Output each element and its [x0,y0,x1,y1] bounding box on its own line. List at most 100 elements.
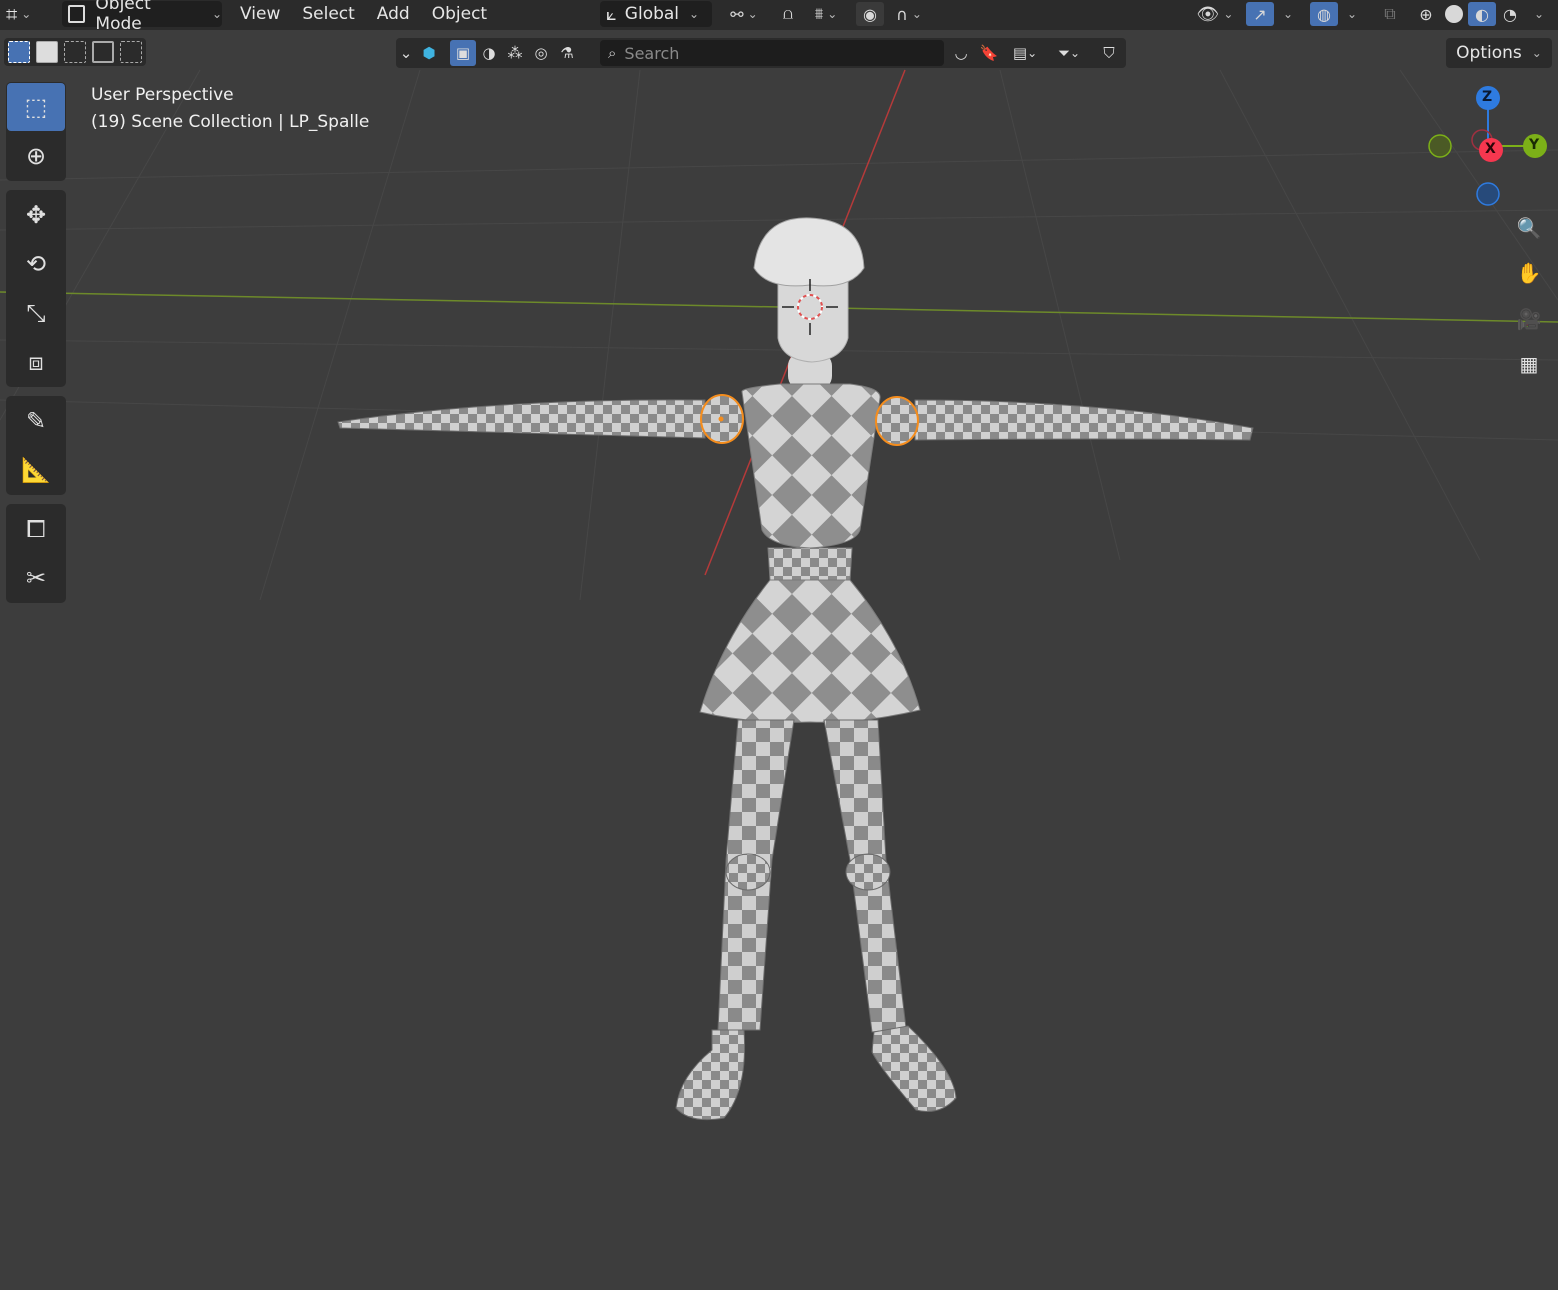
proportional-edit-toggle[interactable]: ◉ [856,2,884,26]
filter-brush-button[interactable]: ⚗ [554,40,580,66]
xray-toggle[interactable]: ⧉ [1376,2,1404,26]
filter-world-button[interactable]: ◎ [528,40,554,66]
shield-button[interactable]: ⛉ [1096,40,1122,66]
editor-type-selector[interactable]: ⌗ ⌄ [6,1,52,27]
shading-dropdown[interactable]: ⌄ [1526,2,1548,26]
chevron-down-icon: ⌄ [911,7,922,21]
rotate-icon: ⟲ [25,250,47,278]
material-icon: ◑ [482,44,496,62]
menu-add[interactable]: Add [369,1,418,27]
viewport-canvas[interactable] [0,0,1558,1290]
menu-object[interactable]: Object [424,1,495,27]
rotate-tool[interactable]: ⟲ [7,240,65,288]
chevron-down-icon: ⌄ [747,7,758,21]
object-mode-icon [68,5,86,23]
select-subtract-button[interactable] [64,41,86,63]
solid-sphere-icon [1445,5,1463,23]
orientation-dropdown[interactable]: ⟀ Global ⌄ [600,1,712,27]
filter-dropdown[interactable]: ⌄ [396,40,416,66]
chevron-down-icon: ⌄ [1533,7,1545,21]
tool-group-select: ⬚ ⊕ [6,82,66,181]
search-input[interactable]: ⌕ Search [600,40,944,66]
selected-shoulder-right [875,396,919,446]
shading-material-button[interactable]: ◐ [1468,2,1496,26]
pencil-icon: ✎ [25,407,47,435]
falloff-button[interactable]: ∩ ⌄ [888,2,930,26]
chevron-down-icon: ⌄ [1346,7,1358,21]
menu-select[interactable]: Select [294,1,362,27]
select-invert-button[interactable] [92,41,114,63]
gizmo-x-label[interactable]: X [1485,141,1496,157]
snap-toggle[interactable]: ⩍ [774,2,802,26]
display-grid-icon: ▤ [1012,44,1028,62]
add-cube-tool[interactable]: ⧠ [7,505,65,553]
material-sphere-icon: ◐ [1475,4,1489,24]
move-tool[interactable]: ✥ [7,191,65,239]
funnel-icon: ⏷ [1057,44,1070,62]
search-placeholder: Search [624,43,680,63]
chevron-down-icon: ⌄ [399,44,413,62]
snap-target-button[interactable]: ⩩ ⌄ [804,2,848,26]
select-box-tool[interactable]: ⬚ [7,83,65,131]
pivot-point-button[interactable]: ⚯ ⌄ [724,2,764,26]
eye-icon: 👁 [1196,3,1220,25]
shading-wireframe-button[interactable]: ⊕ [1412,2,1440,26]
grid-perspective-icon: ▦ [1519,352,1539,376]
filter-funnel-button[interactable]: ⏷ ⌄ [1048,40,1090,66]
shear-tool[interactable]: ✂ [7,554,65,602]
filter-objects-button[interactable]: ▣ [450,40,476,66]
scale-tool[interactable]: ⤡ [7,289,65,337]
orientation-gizmo-icon: ⟀ [606,3,617,25]
select-intersect-button[interactable] [120,41,142,63]
select-extend-button[interactable] [36,41,58,63]
cursor-tool[interactable]: ⊕ [7,132,65,180]
select-new-button[interactable] [8,41,30,63]
display-mode-button[interactable]: ▤ ⌄ [1004,40,1046,66]
options-dropdown[interactable]: Options ⌄ [1446,38,1552,68]
magnet-icon: ⩍ [782,4,794,23]
object-origin [718,416,724,422]
options-label: Options [1456,43,1522,63]
menu-view[interactable]: View [232,1,288,27]
tool-group-annotate: ✎ 📐 [6,396,66,495]
zoom-button[interactable]: 🔍 [1507,206,1551,250]
chevron-down-icon: ⌄ [827,7,838,21]
mode-label: Object Mode [95,0,151,34]
curve-icon: ◡ [954,44,968,62]
gizmo-z-label[interactable]: Z [1482,89,1492,105]
overlays-toggle[interactable]: ◍ [1310,2,1338,26]
annotate-tool[interactable]: ✎ [7,397,65,445]
scissors-cube-icon: ✂ [25,564,47,592]
filter-particles-button[interactable]: ⁂ [502,40,528,66]
snap-increment-icon: ⩩ [814,4,824,23]
transform-icon: ⧈ [28,348,44,376]
transform-tool[interactable]: ⧈ [7,338,65,386]
pivot-icon: ⚯ [730,4,744,24]
chevron-down-icon: ⌄ [21,7,32,21]
gizmo-y-label[interactable]: Y [1529,137,1539,153]
camera-view-button[interactable]: 🎥 [1507,297,1551,341]
visibility-button[interactable]: 👁 ⌄ [1192,2,1238,26]
measure-tool[interactable]: 📐 [7,446,65,494]
pan-button[interactable]: ✋ [1507,251,1551,295]
move-arrows-icon: ✥ [25,201,47,229]
overlays-dropdown[interactable]: ⌄ [1340,2,1360,26]
filter-all-button[interactable]: ⬢ [416,40,442,66]
gizmo-dropdown[interactable]: ⌄ [1276,2,1296,26]
overlays-icon: ◍ [1317,4,1331,24]
gizmo-toggle[interactable]: ↗ [1246,2,1274,26]
shading-solid-button[interactable] [1440,2,1468,26]
wireframe-sphere-icon: ⊕ [1419,4,1433,24]
ortho-toggle-button[interactable]: ▦ [1507,342,1551,386]
mode-dropdown[interactable]: Object Mode ⌄ [62,0,222,34]
curve-button[interactable]: ◡ [948,40,974,66]
3d-viewport-icon: ⌗ [6,2,18,26]
scale-icon: ⤡ [26,299,46,327]
header-menus: View Select Add Object [232,1,495,27]
bookmark-button[interactable]: 🔖 [976,40,1002,66]
color-cube-icon: ⬢ [422,44,436,62]
shading-rendered-button[interactable]: ◔ [1496,2,1524,26]
filter-materials-button[interactable]: ◑ [476,40,502,66]
falloff-curve-icon: ∩ [896,4,908,24]
shield-icon: ⛉ [1103,44,1115,62]
